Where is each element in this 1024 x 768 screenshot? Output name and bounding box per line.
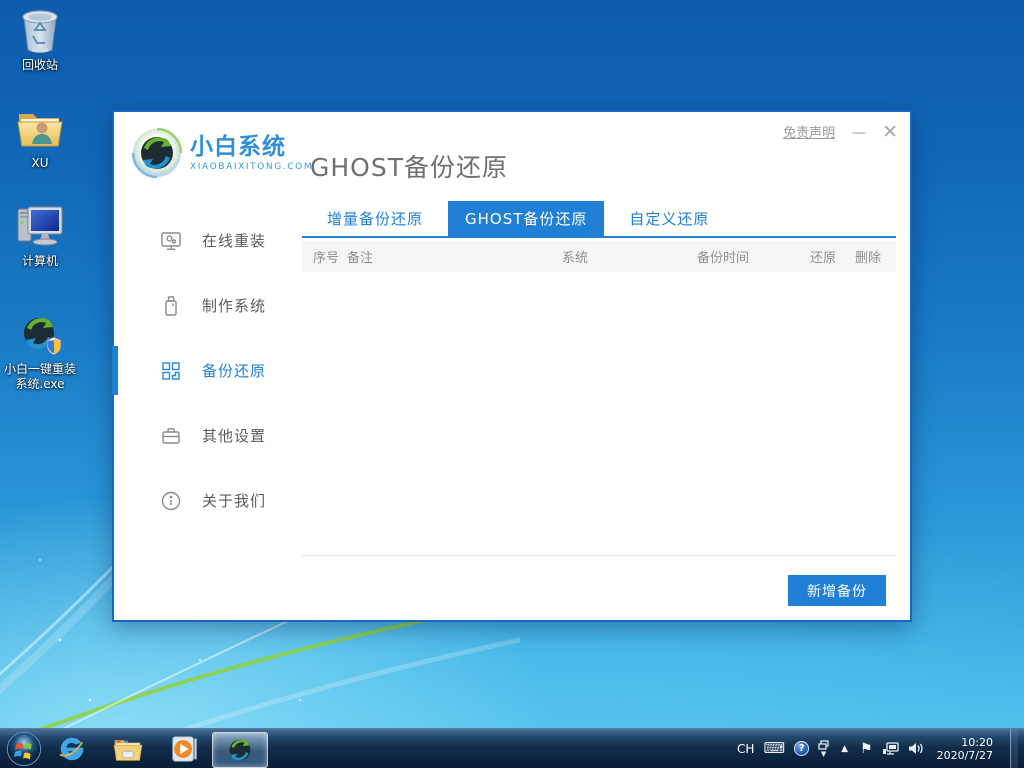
column-header-restore: 还原 (810, 247, 855, 266)
page-title: GHOST备份还原 (310, 148, 508, 184)
tab-incremental-backup-restore[interactable]: 增量备份还原 (310, 201, 440, 236)
grid-icon (160, 360, 182, 382)
sidebar-item-about-us[interactable]: 关于我们 (114, 468, 302, 533)
footer-divider (302, 555, 896, 556)
desktop-icon-label: 回收站 (22, 58, 58, 73)
action-center-flag-icon[interactable]: ⚑ (860, 741, 873, 757)
sidebar-item-backup-restore[interactable]: 备份还原 (114, 338, 302, 403)
clock-date: 2020/7/27 (937, 749, 993, 762)
start-button[interactable] (4, 729, 44, 768)
sidebar-item-label: 在线重装 (202, 230, 266, 251)
caret-down-icon: ▼ (821, 751, 826, 757)
help-icon[interactable]: ? (794, 741, 809, 756)
desktop-icon-label: 小白一键重装 系统.exe (4, 362, 76, 392)
tab-bar: 增量备份还原 GHOST备份还原 自定义还原 (302, 201, 896, 238)
usb-icon (160, 295, 182, 317)
close-button[interactable]: ✕ (882, 124, 898, 140)
desktop-icon-recycle-bin[interactable]: 回收站 (2, 6, 78, 73)
desktop-icon-label: XU (31, 156, 48, 171)
disclaimer-link[interactable]: 免责声明 (783, 122, 835, 141)
taskbar-apps (0, 729, 268, 768)
desktop-icon-label: 计算机 (22, 254, 58, 269)
sidebar-item-online-reinstall[interactable]: 在线重装 (114, 208, 302, 273)
sidebar-item-label: 其他设置 (202, 425, 266, 446)
minimize-button[interactable]: — (851, 125, 866, 139)
column-header-index: 序号 (302, 247, 347, 266)
desktop: 回收站 XU (0, 0, 1024, 768)
show-hidden-icons-button[interactable]: ▲ (838, 744, 851, 754)
sidebar-item-label: 备份还原 (202, 360, 266, 381)
window-controls: 免责声明 — ✕ (783, 122, 898, 141)
computer-icon (15, 202, 65, 252)
sidebar: 在线重装 制作系统 (114, 208, 302, 533)
toolbar-restore-icon[interactable]: ▼ (818, 740, 829, 757)
column-header-backup-time: 备份时间 (697, 247, 810, 266)
backup-list-empty (302, 272, 896, 555)
sidebar-item-other-settings[interactable]: 其他设置 (114, 403, 302, 468)
active-indicator (112, 346, 118, 395)
monitor-icon (160, 230, 182, 252)
taskbar-icon-media-player[interactable] (156, 729, 212, 768)
speaker-icon[interactable] (908, 741, 924, 756)
table-header: 序号 备注 系统 备份时间 还原 删除 (302, 241, 896, 272)
recycle-bin-icon (15, 6, 65, 56)
brand-domain: XIAOBAIXITONG.COM (190, 162, 313, 172)
xiaobai-app-icon (15, 310, 65, 360)
brand-logo-icon (132, 128, 182, 178)
tab-custom-restore[interactable]: 自定义还原 (612, 201, 726, 236)
desktop-icon-xu-folder[interactable]: XU (2, 104, 78, 171)
brand-text: 小白系统 XIAOBAIXITONG.COM (190, 134, 313, 172)
clock[interactable]: 10:20 2020/7/27 (933, 736, 1001, 762)
sidebar-item-label: 关于我们 (202, 490, 266, 511)
content-panel: 增量备份还原 GHOST备份还原 自定义还原 序号 备注 系统 备份时间 还原 … (302, 201, 896, 556)
taskbar-icon-file-explorer[interactable] (100, 729, 156, 768)
briefcase-icon (160, 425, 182, 447)
brand-block: 小白系统 XIAOBAIXITONG.COM (132, 128, 313, 178)
new-backup-button[interactable]: 新增备份 (788, 575, 886, 606)
user-folder-icon (15, 104, 65, 154)
taskbar: CH ⌨ ? ▼ ▲ ⚑ (0, 728, 1024, 768)
system-tray: CH ⌨ ? ▼ ▲ ⚑ (737, 729, 1024, 768)
brand-name: 小白系统 (190, 134, 313, 160)
keyboard-icon[interactable]: ⌨ (763, 741, 785, 756)
column-header-remark: 备注 (347, 247, 562, 266)
column-header-system: 系统 (562, 247, 697, 266)
sidebar-item-label: 制作系统 (202, 295, 266, 316)
show-desktop-button[interactable] (1010, 729, 1018, 768)
desktop-icon-xiaobai-exe[interactable]: 小白一键重装 系统.exe (2, 310, 78, 392)
taskbar-icon-xiaobai-active[interactable] (212, 732, 268, 768)
info-icon (160, 490, 182, 512)
xiaobai-window: 免责声明 — ✕ 小白系统 XIAOBAIXITONG.COM (112, 110, 912, 622)
clock-time: 10:20 (937, 736, 993, 749)
desktop-icon-computer[interactable]: 计算机 (2, 202, 78, 269)
taskbar-icon-internet-explorer[interactable] (44, 729, 100, 768)
tab-ghost-backup-restore[interactable]: GHOST备份还原 (448, 201, 604, 236)
network-icon[interactable] (882, 741, 899, 756)
column-header-delete: 删除 (855, 247, 896, 266)
sidebar-item-make-system[interactable]: 制作系统 (114, 273, 302, 338)
language-indicator[interactable]: CH (737, 742, 754, 756)
